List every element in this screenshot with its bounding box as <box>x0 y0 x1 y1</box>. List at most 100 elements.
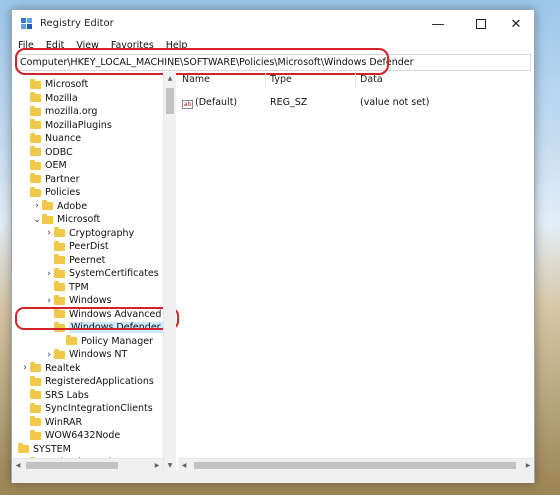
folder-icon <box>54 308 65 318</box>
values-hscroll-thumb[interactable] <box>194 462 516 469</box>
column-header-name[interactable]: Name <box>178 72 266 86</box>
column-header-type[interactable]: Type <box>266 72 356 86</box>
value-name: (Default) <box>195 97 238 108</box>
tree-item[interactable]: › Windows <box>44 294 175 307</box>
folder-icon <box>54 348 65 359</box>
folder-icon <box>66 335 77 345</box>
collapse-chevron-icon[interactable]: ⌄ <box>32 215 42 225</box>
tree-vertical-scrollbar[interactable]: ▲ ▼ <box>163 72 176 471</box>
values-list-pane[interactable]: Name Type Data ab (Default) REG_SZ (value… <box>178 72 534 458</box>
tree-item[interactable]: › Realtek <box>20 362 175 375</box>
tree-item[interactable]: Nuance <box>20 132 175 145</box>
folder-icon <box>30 132 41 143</box>
menu-favorites[interactable]: Favorites <box>105 38 160 54</box>
scroll-down-icon[interactable]: ▼ <box>164 459 176 471</box>
scroll-left-icon[interactable]: ◀ <box>12 459 24 471</box>
tree-item[interactable]: Policies <box>20 186 175 199</box>
status-bar <box>12 471 534 483</box>
collapse-chevron-icon[interactable]: ⌄ <box>44 323 54 333</box>
tree-item[interactable]: › Adobe <box>32 200 175 213</box>
tree-item-label: Peernet <box>69 254 106 266</box>
tree-item[interactable]: PeerDist <box>44 240 175 253</box>
tree-item[interactable]: Windows Advanced Threa <box>44 308 175 321</box>
tree-item[interactable]: SYSTEM <box>12 443 168 456</box>
tree-item[interactable]: › SystemCertificates <box>44 267 175 280</box>
scroll-right-icon[interactable]: ▶ <box>522 459 534 471</box>
registry-editor-window: Registry Editor — ✕ File Edit View Favor… <box>11 9 535 483</box>
tree-item[interactable]: SRS Labs <box>20 389 175 402</box>
expand-chevron-icon[interactable]: › <box>32 201 42 211</box>
scroll-left-icon[interactable]: ◀ <box>178 459 190 471</box>
tree-item-label: Nuance <box>45 133 82 144</box>
value-row[interactable]: ab (Default) REG_SZ (value not set) <box>178 96 534 110</box>
tree-item-label: Policies <box>45 187 81 198</box>
folder-icon <box>30 105 41 116</box>
folder-icon <box>30 416 41 426</box>
tree-horizontal-scrollbar[interactable]: ◀ ▶ <box>12 458 163 471</box>
tree-item[interactable]: OEM <box>20 159 175 172</box>
folder-icon <box>54 294 65 305</box>
folder-icon <box>42 213 53 224</box>
tree-item[interactable]: Mozilla <box>20 92 175 105</box>
tree-item[interactable]: WinRAR <box>20 416 175 429</box>
folder-icon <box>54 321 65 332</box>
tree-item-label: PeerDist <box>69 241 109 252</box>
tree-item[interactable]: › Cryptography <box>44 227 175 240</box>
menu-view[interactable]: View <box>70 38 105 54</box>
folder-icon <box>54 254 65 264</box>
menu-help[interactable]: Help <box>160 38 194 54</box>
expand-chevron-icon[interactable]: › <box>44 350 54 360</box>
tree-item-label: Realtek <box>45 362 81 374</box>
tree-item-label: mozilla.org <box>45 106 98 117</box>
title-bar[interactable]: Registry Editor — ✕ <box>12 10 534 38</box>
values-horizontal-scrollbar[interactable]: ◀ ▶ <box>178 458 534 471</box>
folder-icon <box>54 281 65 291</box>
tree-item-label: Windows Defender <box>69 322 163 333</box>
address-bar[interactable]: Computer\HKEY_LOCAL_MACHINE\SOFTWARE\Pol… <box>15 54 531 71</box>
expand-chevron-icon[interactable]: › <box>44 296 54 306</box>
minimize-button[interactable]: — <box>418 10 458 38</box>
menu-bar: File Edit View Favorites Help <box>12 38 534 54</box>
tree-scroll-thumb[interactable] <box>166 88 174 114</box>
tree-item-label: Partner <box>45 173 80 185</box>
tree-item[interactable]: › Windows NT <box>44 348 175 361</box>
menu-edit[interactable]: Edit <box>40 38 70 54</box>
column-header-data[interactable]: Data <box>356 72 534 86</box>
tree-item-label: SRS Labs <box>45 389 89 401</box>
close-icon: ✕ <box>510 16 522 32</box>
tree-item[interactable]: MozillaPlugins <box>20 119 175 132</box>
tree-item[interactable]: ODBC <box>20 146 175 159</box>
folder-icon <box>30 402 41 413</box>
tree-item[interactable]: WOW6432Node <box>20 429 175 442</box>
folder-icon <box>30 375 41 386</box>
folder-icon <box>54 267 65 278</box>
menu-file[interactable]: File <box>12 38 40 54</box>
tree-item[interactable]: Partner <box>20 173 175 186</box>
tree-item[interactable]: mozilla.org <box>20 105 175 118</box>
tree-item-label: Microsoft <box>57 214 101 225</box>
tree-item-label: MozillaPlugins <box>45 119 112 131</box>
close-button[interactable]: ✕ <box>496 10 536 38</box>
folder-icon <box>18 443 29 453</box>
maximize-button[interactable] <box>461 10 501 38</box>
tree-item[interactable]: TPM <box>44 281 175 294</box>
scroll-up-icon[interactable]: ▲ <box>164 72 176 84</box>
tree-item[interactable]: Policy Manager <box>56 335 175 348</box>
key-tree-pane[interactable]: Microsoft Mozilla mozilla.org MozillaPlugin… <box>12 72 176 472</box>
tree-item[interactable]: RegisteredApplications <box>20 375 175 388</box>
value-name-cell: ab (Default) <box>182 97 237 109</box>
tree-item-label: OEM <box>45 160 67 171</box>
expand-chevron-icon[interactable]: › <box>44 269 54 279</box>
tree-item[interactable]: ⌄ Microsoft <box>32 213 175 226</box>
tree-item[interactable]: SyncIntegrationClients <box>20 402 175 415</box>
tree-hscroll-thumb[interactable] <box>26 462 118 469</box>
expand-chevron-icon[interactable]: › <box>44 228 54 238</box>
tree-item[interactable]: Microsoft <box>20 78 175 91</box>
tree-item[interactable]: ⌄ Windows Defender <box>44 321 175 334</box>
tree-item-label: RegisteredApplications <box>45 376 154 387</box>
tree-item[interactable]: Peernet <box>44 254 175 267</box>
expand-chevron-icon[interactable]: › <box>20 363 30 373</box>
maximize-icon <box>476 19 486 29</box>
scroll-right-icon[interactable]: ▶ <box>151 459 163 471</box>
folder-icon <box>42 200 53 210</box>
